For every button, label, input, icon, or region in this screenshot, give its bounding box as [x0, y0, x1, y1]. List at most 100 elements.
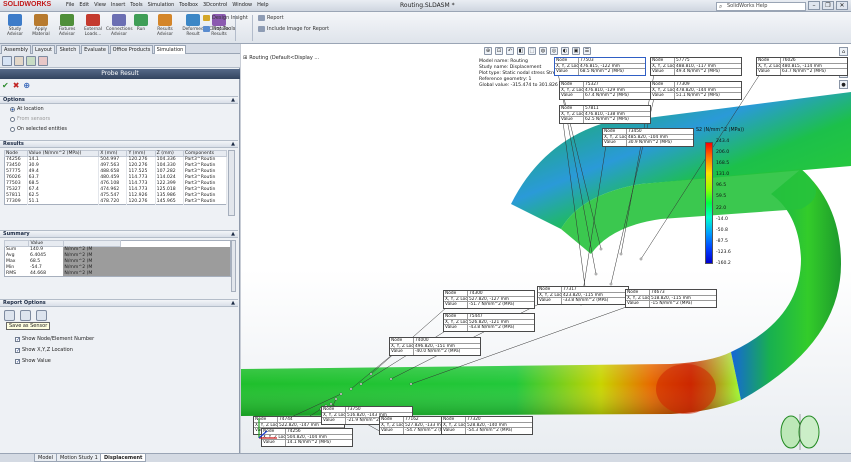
summary-section-header[interactable]: Summary ▲ — [0, 230, 238, 238]
design-insight-button[interactable]: Design Insight — [203, 15, 248, 21]
tab-assembly[interactable]: Assembly — [1, 45, 31, 54]
plot-tools-button[interactable]: Plot Tools — [203, 26, 235, 32]
table-row[interactable]: 57775 49.4 488.658 117.525 107.282 Part3^Rout… — [4, 168, 228, 175]
radio-on-selected-entities[interactable]: On selected entities — [10, 126, 67, 132]
menu-simulation[interactable]: Simulation — [148, 2, 175, 8]
results-section-header[interactable]: Results ▲ — [0, 140, 238, 148]
tab-evaluate[interactable]: Evaluate — [81, 45, 109, 54]
run-button[interactable]: Run — [132, 14, 150, 42]
results-table[interactable]: Node Value (N/mm^2 (MPa)) X (mm) Y (mm) Z (m… — [4, 150, 228, 205]
close-button[interactable]: ✕ — [836, 1, 848, 10]
zoom-area-icon[interactable]: ⊡ — [495, 47, 503, 55]
results-scrollbar[interactable] — [228, 150, 235, 216]
radio-label: At location — [17, 106, 44, 112]
property-manager-icon[interactable] — [14, 56, 24, 66]
summary-table[interactable]: Value Sum 140.9 N/mm^2 (M Avg 6.4045 N/mm^2 (… — [3, 240, 231, 277]
document-title: Routing.SLDASM * — [400, 2, 455, 9]
configuration-manager-icon[interactable] — [26, 56, 36, 66]
save-to-file-icon[interactable] — [20, 310, 31, 321]
menu-help[interactable]: Help — [257, 2, 268, 8]
save-as-sensor-icon[interactable] — [4, 310, 15, 321]
checkbox-show-xyz-location[interactable]: ✓ Show X,Y,Z Location — [15, 347, 73, 353]
menu-insert[interactable]: Insert — [111, 2, 125, 8]
tab-displacement[interactable]: Displacement — [100, 454, 147, 462]
edit-appearance-icon[interactable]: ◐ — [561, 47, 569, 55]
minimize-button[interactable]: – — [808, 1, 820, 10]
probe-callout[interactable]: Node76026X, Y, Z Location480.815, -114 m… — [756, 57, 848, 76]
apply-material-button[interactable]: Apply Material — [28, 14, 54, 42]
display-manager-icon[interactable] — [38, 56, 48, 66]
cancel-button[interactable]: ✖ — [13, 81, 20, 90]
table-row[interactable]: 73450 30.9 497.563 120.276 104.330 Part3^Rout… — [4, 162, 228, 169]
help-search-input[interactable]: ⌕ SolidWorks Help — [716, 2, 806, 11]
table-row[interactable]: 77309 51.1 478.720 120.276 145.965 Part3^Rout… — [4, 198, 228, 205]
callout-value: 77162 — [405, 417, 419, 422]
probe-callout[interactable]: Node75447X, Y, Z Location526.820, -121 m… — [443, 313, 535, 332]
external-loads-button[interactable]: External Loads... — [80, 14, 106, 42]
table-row[interactable]: 76026 63.7 480.459 114.773 114.024 Part3^Rout… — [4, 174, 228, 181]
apply-scene-icon[interactable]: ▣ — [572, 47, 580, 55]
probe-callout[interactable]: Node77503X, Y, Z Location476.815, -122 m… — [554, 57, 646, 76]
hide-show-icon[interactable]: ◎ — [550, 47, 558, 55]
tab-motion-study[interactable]: Motion Study 1 — [56, 454, 102, 462]
report-button[interactable]: Report — [258, 15, 284, 21]
menu-tools[interactable]: Tools — [130, 2, 142, 8]
table-row[interactable]: 75327 67.4 474.962 114.773 125.018 Part3^Rout… — [4, 186, 228, 193]
menu-toolbox[interactable]: Toolbox — [179, 2, 198, 8]
view-settings-icon[interactable]: ☰ — [583, 47, 591, 55]
menu-view[interactable]: View — [94, 2, 106, 8]
probe-callout[interactable]: Node57775X, Y, Z Location488.810, -117 m… — [650, 57, 742, 76]
study-advisor-button[interactable]: Study Advisor — [2, 14, 28, 42]
feature-tree-icon[interactable] — [2, 56, 12, 66]
feature-tree-flyout[interactable]: ⊞ Routing (Default<Display ... — [243, 55, 319, 61]
menu-3dcontrol[interactable]: 3Dcontrol — [203, 2, 227, 8]
tab-model[interactable]: Model — [34, 454, 58, 462]
view-orientation-icon[interactable]: ⬚ — [528, 47, 536, 55]
summary-scrollbar[interactable] — [231, 240, 236, 292]
tab-sketch[interactable]: Sketch — [56, 45, 80, 54]
probe-callout[interactable]: Node77309X, Y, Z Location478.820, -144 m… — [650, 81, 742, 100]
plot-icon[interactable] — [36, 310, 47, 321]
include-image-button[interactable]: Include Image for Report — [258, 26, 329, 32]
callout-key: Node — [442, 417, 466, 422]
zoom-to-fit-icon[interactable]: ⊕ — [484, 47, 492, 55]
section-view-icon[interactable]: ◧ — [517, 47, 525, 55]
table-row[interactable]: 57811 62.5 475.547 112.926 135.986 Part3^Rout… — [4, 192, 228, 199]
options-section-header[interactable]: Options ▲ — [0, 96, 238, 104]
probe-callout[interactable]: Node74000X, Y, Z Location496.820, -151 m… — [389, 337, 481, 356]
table-row[interactable]: 74256 14.1 504.997 120.276 104.336 Part3^Rout… — [4, 156, 228, 163]
callout-row: Value -15 N/mm^2 (MPa) — [626, 301, 716, 307]
probe-callout[interactable]: Node74300X, Y, Z Location527.820, -127 m… — [443, 290, 535, 309]
radio-at-location[interactable]: At location — [10, 106, 44, 112]
report-options-section-header[interactable]: Report Options ▲ — [0, 299, 238, 307]
legend-tick-label: 243.4 — [716, 139, 730, 144]
pushpin-icon[interactable]: ⊕ — [23, 81, 30, 90]
probe-callout[interactable]: Node73450X, Y, Z Location485.820, -104 m… — [602, 128, 694, 147]
tab-layout[interactable]: Layout — [32, 45, 55, 54]
fixtures-advisor-button[interactable]: Fixtures Advisor — [54, 14, 80, 42]
probe-callout[interactable]: Node77320X, Y, Z Location528.820, -140 m… — [441, 416, 533, 435]
resources-icon[interactable]: ⌂ — [839, 47, 848, 56]
appearances-icon[interactable]: ● — [839, 80, 848, 89]
probe-callout[interactable]: Node77317X, Y, Z Location423.820, -115 m… — [537, 286, 629, 305]
connections-advisor-button[interactable]: Connections Advisor — [106, 14, 133, 42]
display-style-icon[interactable]: ◍ — [539, 47, 547, 55]
menu-edit[interactable]: Edit — [79, 2, 89, 8]
checkbox-show-node-number[interactable]: ✓ Show Node/Element Number — [15, 336, 94, 342]
probe-callout[interactable]: Node74673X, Y, Z Location518.820, -115 m… — [625, 289, 717, 308]
menu-file[interactable]: File — [66, 2, 74, 8]
checkbox-show-value[interactable]: ✓ Show Value — [15, 358, 51, 364]
results-advisor-button[interactable]: Results Advisor — [152, 14, 178, 42]
menu-window[interactable]: Window — [232, 2, 252, 8]
probe-callout[interactable]: Node75327X, Y, Z Location476.810, -129 m… — [559, 81, 651, 100]
probe-callout[interactable]: Node57811X, Y, Z Location476.810, -138 m… — [559, 105, 651, 124]
graphics-area[interactable]: ⊞ Routing (Default<Display ... ⊕ ⊡ ↶ ◧ ⬚ … — [241, 44, 851, 453]
previous-view-icon[interactable]: ↶ — [506, 47, 514, 55]
tab-simulation[interactable]: Simulation — [154, 45, 186, 54]
table-row[interactable]: 77503 68.5 476.108 114.773 122.399 Part3^Rout… — [4, 180, 228, 187]
radio-from-sensors[interactable]: From sensors — [10, 116, 50, 122]
restore-button[interactable]: ❐ — [822, 1, 834, 10]
table-cell: Part3^Routin — [183, 198, 228, 205]
tab-office-products[interactable]: Office Products — [110, 45, 153, 54]
ok-button[interactable]: ✔ — [2, 81, 9, 90]
